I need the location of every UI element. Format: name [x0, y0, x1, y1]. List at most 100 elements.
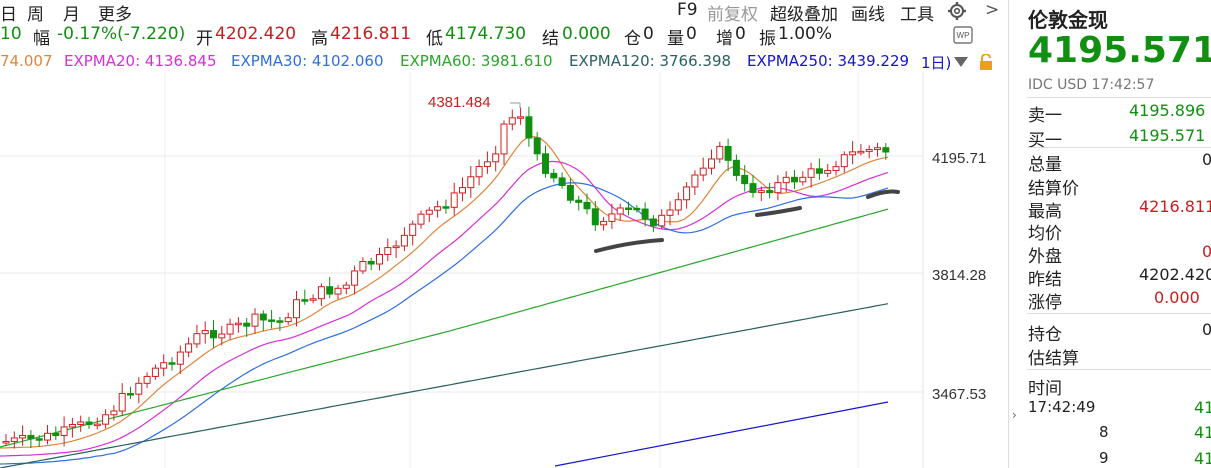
oi-label: 仓: [624, 29, 641, 49]
candle-body: [85, 421, 93, 425]
open-value: 4202.420: [215, 24, 297, 44]
candle-body: [102, 414, 110, 425]
candle-body: [10, 437, 18, 442]
overlay-button[interactable]: 超级叠加: [770, 0, 838, 25]
outer-volume-label: 外盘: [1028, 247, 1062, 267]
quote-partial: 10: [0, 24, 22, 44]
sell-value: 4195.896: [1129, 101, 1206, 120]
candle-body: [127, 393, 134, 396]
prev-settle-value: 4202.420: [1139, 265, 1211, 284]
tools-button[interactable]: 工具: [900, 0, 934, 25]
candle-body: [259, 313, 267, 321]
candle-body: [334, 287, 342, 295]
instrument-name: 伦敦金现: [1028, 8, 1108, 32]
candle-body: [517, 116, 525, 119]
candle-body: [566, 184, 574, 201]
candle-body: [317, 286, 325, 300]
candle-body: [807, 168, 815, 178]
candle-body: [151, 367, 159, 377]
candle-body: [608, 213, 616, 222]
increase-value: 0: [735, 24, 746, 44]
candle-body: [459, 187, 466, 194]
candle-body: [533, 137, 541, 155]
ema-period-label[interactable]: 1日): [921, 52, 951, 73]
candle-body: [583, 201, 591, 210]
lock-icon[interactable]: [978, 53, 996, 74]
period-day-button[interactable]: 日: [0, 0, 17, 25]
open-interest-value: 0: [1202, 320, 1211, 339]
ema60-value: EXPMA60: 3981.610: [400, 52, 553, 70]
candle-body: [699, 167, 707, 176]
ema20-value: EXPMA20: 4136.845: [64, 52, 217, 70]
svg-text:WP: WP: [957, 31, 970, 40]
divider: [1027, 97, 1211, 98]
scroll-right-arrow-icon[interactable]: ›: [1012, 408, 1017, 422]
chart-toolbar: 日 周 月 更多 F9 前复权 超级叠加 画线 工具 >: [0, 0, 1006, 26]
oi-value: 0: [643, 24, 654, 44]
limit-up-label: 涨停: [1028, 293, 1062, 313]
candle-body: [243, 322, 251, 327]
high-label: 高: [311, 29, 328, 49]
kline-svg[interactable]: 4381.484 4195.71 3814.28 3467.53: [0, 72, 1006, 468]
candle-body: [641, 208, 649, 220]
candle-body: [683, 186, 691, 201]
price-meta: IDC USD 17:42:57: [1028, 77, 1155, 93]
tick-time: 17:42:49: [1028, 398, 1096, 416]
drawn-marks: [594, 189, 900, 253]
candle-body: [616, 207, 624, 215]
candle-body: [417, 213, 425, 225]
estimated-settle-label: 估结算: [1028, 349, 1079, 369]
ema30-line: [0, 182, 889, 465]
dropdown-triangle-icon[interactable]: [954, 54, 968, 72]
change-value: -0.17%(-7.220): [57, 24, 186, 44]
candle-body: [492, 153, 500, 163]
candle-body: [467, 176, 475, 189]
candle-body: [840, 154, 848, 168]
candle-body: [234, 322, 242, 326]
settle-value: 0.000: [562, 24, 611, 44]
candle-body: [168, 362, 176, 365]
candle-body: [674, 199, 682, 211]
candle-body: [268, 319, 276, 322]
candle-body: [774, 182, 782, 194]
ema120-line: [0, 303, 889, 468]
candle-body: [326, 286, 334, 295]
candle-body: [508, 117, 516, 125]
buy-value: 4195.571: [1129, 126, 1206, 145]
adjust-button[interactable]: 前复权: [707, 0, 758, 25]
period-month-button[interactable]: 月: [63, 0, 80, 25]
candle-body: [525, 116, 533, 139]
candle-body: [815, 168, 823, 174]
draw-line-button[interactable]: 画线: [851, 0, 885, 25]
candle-body: [666, 209, 674, 216]
period-week-button[interactable]: 周: [27, 0, 44, 25]
candle-body: [550, 172, 558, 179]
open-interest-label: 持仓: [1028, 325, 1062, 345]
more-button[interactable]: 更多: [98, 0, 132, 25]
total-volume-value: 0: [1202, 150, 1211, 169]
candle-body: [716, 145, 724, 160]
candle-body: [143, 375, 151, 384]
candle-body: [799, 176, 807, 183]
candle-body: [757, 190, 765, 193]
kline-chart[interactable]: 4381.484 4195.71 3814.28 3467.53: [0, 72, 1006, 468]
expand-chevron-icon[interactable]: >: [985, 0, 999, 20]
avg-price-label: 均价: [1028, 224, 1062, 244]
f9-button[interactable]: F9: [677, 0, 698, 20]
candle-body: [160, 362, 168, 369]
candle-body: [749, 183, 757, 193]
candle-body: [442, 206, 450, 209]
wp-toggle-icon[interactable]: WP: [953, 25, 973, 50]
settings-gear-icon[interactable]: [947, 1, 967, 26]
candle-body: [226, 323, 234, 335]
candle-body: [19, 434, 27, 439]
price-tick-3: 3467.53: [932, 386, 986, 403]
price-tick-2: 3814.28: [932, 267, 986, 284]
candle-body: [93, 423, 101, 427]
candle-body: [558, 177, 566, 186]
tick-price: 41: [1194, 423, 1211, 442]
candle-body: [400, 234, 408, 247]
candle-body: [2, 440, 10, 444]
candle-body: [384, 247, 392, 256]
tick-time: 8: [1099, 423, 1109, 441]
